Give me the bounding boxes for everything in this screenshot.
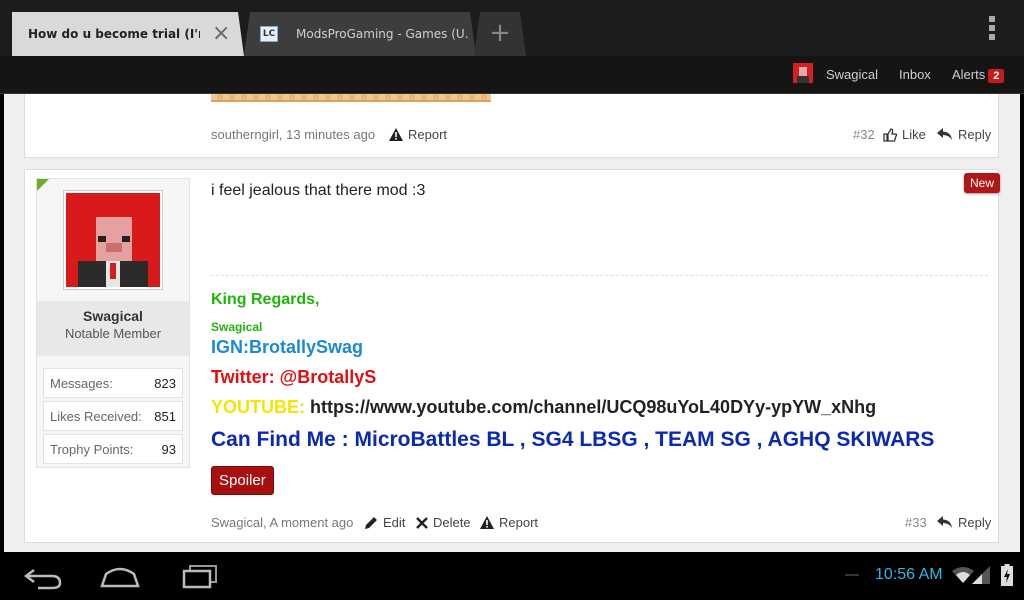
reply-label: Reply [958,127,992,142]
report-label: Report [499,515,539,530]
signature-name: Swagical [211,320,263,334]
nav-avatar[interactable] [793,63,813,83]
browser-tab[interactable]: LC ModsProGaming - Games (U... [244,12,476,56]
report-button[interactable]: Report [389,127,447,142]
favicon-icon: LC [260,26,278,42]
stat-label: Likes Received: [50,409,142,424]
nav-alerts-link[interactable]: Alerts 2 [952,67,1005,83]
delete-x-icon [416,516,428,529]
system-navigation-bar: 10:56 AM [0,552,1024,600]
online-indicator [37,179,49,191]
edit-button[interactable]: Edit [365,515,405,530]
nav-username-link[interactable]: Swagical [826,67,878,82]
warning-icon [480,516,494,529]
close-tab-icon[interactable]: × [212,23,230,45]
current-post: Swagical Notable Member Messages: 823 Li… [24,169,1001,543]
notification-indicator-icon [845,574,859,576]
new-post-badge: New [964,173,1001,193]
stat-value[interactable]: 823 [154,376,176,391]
nav-inbox-link[interactable]: Inbox [899,67,931,82]
stat-likes: Likes Received: 851 [43,401,183,431]
youtube-link[interactable]: https://www.youtube.com/channel/UCQ98uYo… [310,397,876,417]
signature-divider [211,275,988,276]
reply-icon [937,516,952,528]
delete-button[interactable]: Delete [416,515,471,530]
like-label: Like [902,127,926,142]
reply-button[interactable]: Reply [937,515,991,530]
post-image [211,94,491,102]
screen: How do u become trial (I'm no... × LC Mo… [0,0,1024,600]
signal-icon [972,566,990,584]
home-icon[interactable] [98,562,142,590]
browser-tab-bar: How do u become trial (I'm no... × LC Mo… [0,0,1024,56]
signature-twitter: Twitter: @BrotallyS [211,367,377,387]
username-link[interactable]: Swagical [37,308,189,324]
back-icon[interactable] [22,562,66,590]
stat-value: 851 [154,409,176,424]
stat-messages: Messages: 823 [43,368,183,398]
stat-label: Messages: [50,376,113,391]
warning-icon [389,128,403,141]
tab-title: How do u become trial (I'm no... [28,27,200,41]
signature-regards: King Regards, [211,291,320,308]
stat-label: Trophy Points: [50,442,134,457]
post-message: i feel jealous that there mod :3 [211,182,426,199]
new-tab-button[interactable]: + [474,12,526,56]
post-author-time[interactable]: southerngirl, 13 minutes ago [211,127,375,142]
signature-youtube: YOUTUBE: https://www.youtube.com/channel… [211,397,876,418]
user-name-block: Swagical Notable Member [37,301,189,356]
signature-ign: IGN:BrotallySwag [211,337,364,357]
post-number[interactable]: #32 [853,127,875,142]
report-label: Report [408,127,448,142]
reply-button[interactable]: Reply [937,127,991,142]
thread-page: southerngirl, 13 minutes ago Report #32 … [4,94,1020,552]
thumbs-up-icon [883,127,897,142]
delete-label: Delete [433,515,471,530]
spoiler-button[interactable]: Spoiler [211,466,274,495]
post-number[interactable]: #33 [905,515,927,530]
avatar-image [66,193,160,287]
site-navbar: Swagical Inbox Alerts 2 [0,56,1024,94]
browser-tab-active[interactable]: How do u become trial (I'm no... × [12,12,244,56]
stat-trophies: Trophy Points: 93 [43,434,183,464]
battery-icon [1001,564,1013,586]
tab-title: ModsProGaming - Games (U... [296,27,468,41]
pencil-icon [365,517,377,529]
stat-value[interactable]: 93 [162,442,176,457]
overflow-menu-icon[interactable] [987,16,997,42]
status-clock[interactable]: 10:56 AM [875,566,943,584]
user-avatar[interactable] [63,190,163,290]
post-author-time[interactable]: Swagical, A moment ago [211,515,353,530]
report-button[interactable]: Report [480,515,538,530]
alerts-label: Alerts [952,67,986,82]
like-button[interactable]: Like [883,127,926,142]
reply-icon [937,128,952,140]
wifi-icon [952,567,974,583]
youtube-label: YOUTUBE: [211,397,305,417]
previous-post: southerngirl, 13 minutes ago Report #32 … [24,94,999,158]
edit-label: Edit [383,515,406,530]
alerts-count-badge: 2 [988,69,1005,83]
user-card: Swagical Notable Member Messages: 823 Li… [36,178,190,468]
recent-apps-icon[interactable] [178,562,222,590]
user-title: Notable Member [64,326,162,341]
reply-label: Reply [958,515,992,530]
signature-find-me: Can Find Me : MicroBattles BL , SG4 LBSG… [211,428,935,451]
